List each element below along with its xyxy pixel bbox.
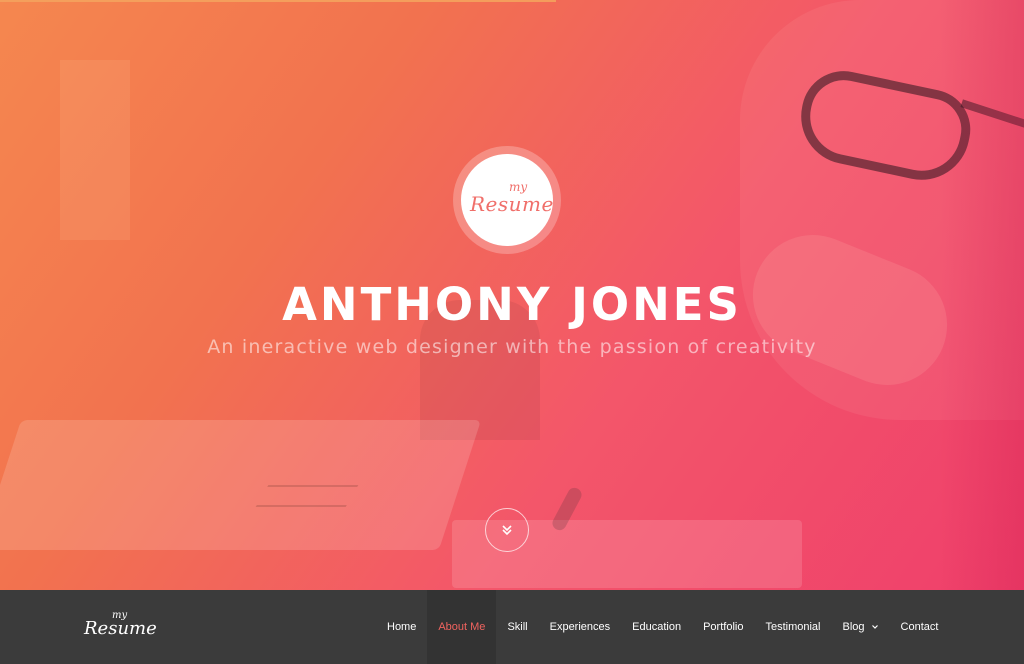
main-navbar: my Resume Home About Me Skill Experience… bbox=[0, 590, 1024, 664]
nav-item-skill[interactable]: Skill bbox=[496, 590, 538, 664]
hero-title: ANTHONY JONES bbox=[282, 278, 742, 331]
background-window bbox=[60, 60, 130, 240]
nav-menu: Home About Me Skill Experiences Educatio… bbox=[376, 590, 949, 664]
nav-item-education[interactable]: Education bbox=[621, 590, 692, 664]
nav-item-experiences[interactable]: Experiences bbox=[539, 590, 622, 664]
hero-logo: my Resume bbox=[453, 146, 561, 254]
nav-item-about-me[interactable]: About Me bbox=[427, 590, 497, 664]
background-laptop-keys bbox=[255, 485, 359, 507]
nav-item-blog[interactable]: Blog bbox=[831, 590, 889, 664]
hero-section: my Resume ANTHONY JONES An ineractive we… bbox=[0, 0, 1024, 590]
navbar-logo[interactable]: my Resume bbox=[84, 610, 164, 644]
hero-logo-resume: Resume bbox=[470, 192, 554, 216]
background-laptop bbox=[0, 420, 482, 550]
navbar-logo-resume: Resume bbox=[84, 618, 157, 639]
nav-item-testimonial[interactable]: Testimonial bbox=[754, 590, 831, 664]
nav-item-home[interactable]: Home bbox=[376, 590, 427, 664]
double-chevron-down-icon bbox=[502, 525, 512, 536]
nav-item-portfolio[interactable]: Portfolio bbox=[692, 590, 754, 664]
scroll-down-button[interactable] bbox=[485, 508, 529, 552]
hero-logo-badge: my Resume bbox=[461, 154, 553, 246]
chevron-down-icon bbox=[871, 625, 878, 629]
nav-item-blog-label: Blog bbox=[842, 621, 865, 633]
page-load-progress-line bbox=[0, 0, 556, 2]
nav-item-contact[interactable]: Contact bbox=[890, 590, 950, 664]
hero-subtitle: An ineractive web designer with the pass… bbox=[207, 336, 817, 358]
